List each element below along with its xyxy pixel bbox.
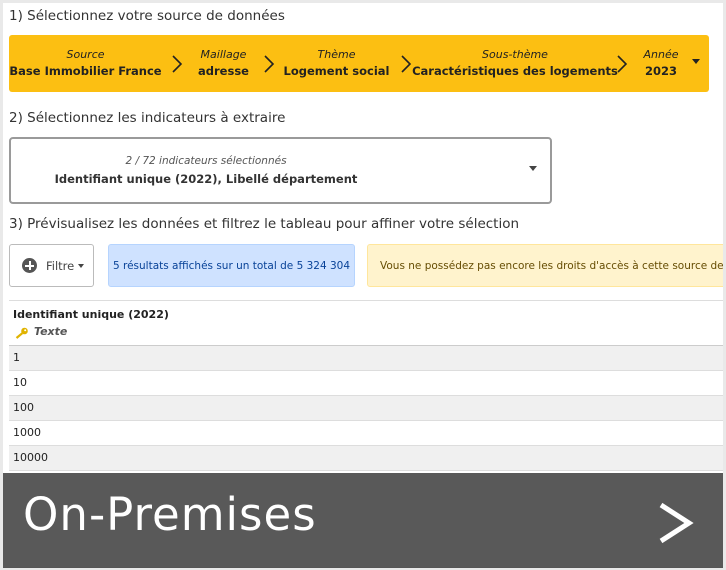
step-3-title: 3) Prévisualisez les données et filtrez … (9, 216, 520, 232)
banner-text: On-Premises (23, 488, 317, 541)
table-cell: 1 (13, 351, 20, 364)
indicator-count: 2 / 72 indicateurs sélectionnés (125, 155, 287, 167)
chevron-right-icon (401, 55, 412, 73)
crumb-annee-label: Année (643, 48, 679, 61)
caret-down-icon (529, 166, 537, 171)
table-row: 10000 (9, 446, 723, 471)
crumb-maillage-label: Maillage (200, 48, 247, 61)
indicator-select[interactable]: 2 / 72 indicateurs sélectionnés Identifi… (9, 137, 552, 204)
crumb-source-value: Base Immobilier France (9, 64, 162, 78)
crumb-maillage-value: adresse (198, 64, 249, 78)
step-1-title: 1) Sélectionnez votre source de données (9, 8, 285, 24)
crumb-sous-theme[interactable]: Sous-thème Caractéristiques des logement… (412, 35, 618, 92)
results-info: 5 résultats affichés sur un total de 5 3… (108, 244, 355, 287)
crumb-theme-label: Thème (317, 48, 356, 61)
table-row: 1 (9, 346, 723, 371)
caret-down-icon (78, 264, 85, 268)
crumb-annee[interactable]: Année 2023 (639, 35, 683, 92)
chevron-right-icon (617, 55, 628, 73)
chevron-right-icon[interactable] (655, 501, 695, 545)
chevron-right-icon (172, 55, 183, 73)
table-cell: 10 (13, 376, 27, 389)
crumb-source[interactable]: Source Base Immobilier France (9, 35, 161, 92)
table-row: 1000 (9, 421, 723, 446)
table-cell: 1000 (13, 426, 41, 439)
crumb-maillage[interactable]: Maillage adresse (192, 35, 255, 92)
table-row: 10 (9, 371, 723, 396)
preview-table: Identifiant unique (2022) Texte 1 10 100… (9, 300, 723, 471)
table-cell: 10000 (13, 451, 48, 464)
table-row: 100 (9, 396, 723, 421)
indicator-selected: Identifiant unique (2022), Libellé dépar… (54, 172, 358, 186)
crumb-theme[interactable]: Thème Logement social (283, 35, 390, 92)
plus-circle-icon (22, 258, 37, 273)
crumb-sous-theme-label: Sous-thème (482, 48, 548, 61)
access-warning: Vous ne possédez pas encore les droits d… (367, 244, 723, 287)
crumb-annee-value: 2023 (644, 64, 677, 78)
filter-label: Filtre (46, 258, 75, 273)
table-header[interactable]: Identifiant unique (2022) Texte (9, 300, 723, 346)
crumb-source-label: Source (66, 48, 105, 61)
chevron-right-icon (264, 55, 275, 73)
filter-button[interactable]: Filtre (9, 244, 94, 287)
year-dropdown-icon[interactable] (692, 59, 700, 64)
key-icon (15, 327, 28, 339)
table-body: 1 10 100 1000 10000 (9, 346, 723, 471)
column-title: Identifiant unique (2022) (13, 308, 169, 321)
access-warning-text: Vous ne possédez pas encore les droits d… (380, 259, 723, 272)
crumb-sous-theme-value: Caractéristiques des logements (412, 64, 618, 78)
table-cell: 100 (13, 401, 34, 414)
on-premises-banner[interactable]: On-Premises (3, 473, 723, 568)
crumb-theme-value: Logement social (283, 64, 390, 78)
source-breadcrumb: Source Base Immobilier France Maillage a… (9, 35, 709, 92)
column-type: Texte (34, 325, 68, 338)
step-2-title: 2) Sélectionnez les indicateurs à extrai… (9, 110, 286, 126)
